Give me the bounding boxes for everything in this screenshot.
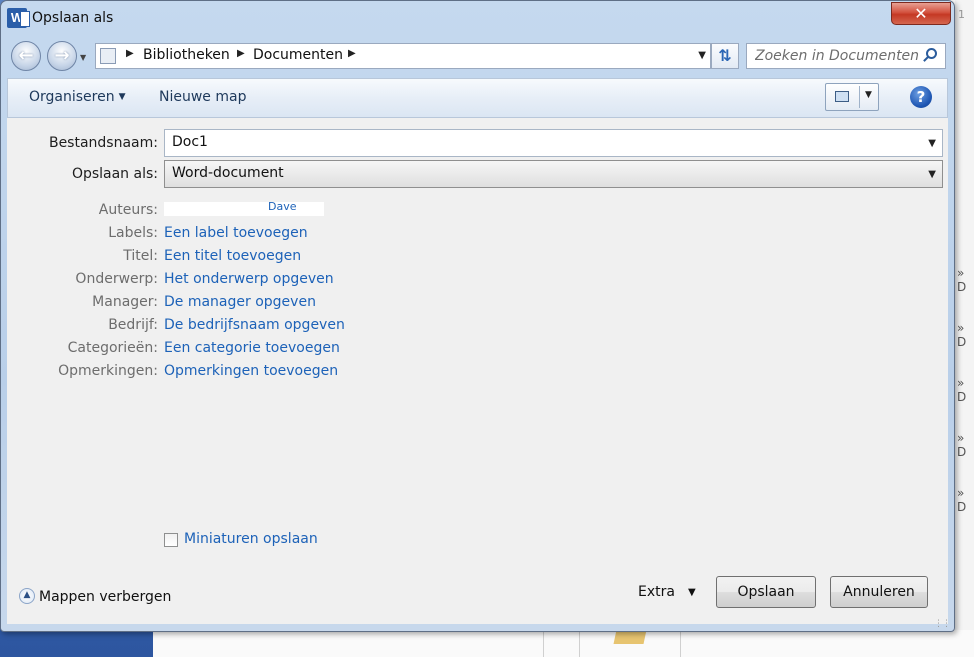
background-window-bottom bbox=[153, 630, 974, 657]
subject-label: Onderwerp: bbox=[75, 271, 158, 287]
libraries-icon bbox=[100, 48, 116, 64]
background-window-right: » D » D » D » D » D bbox=[955, 0, 974, 657]
chevron-right-icon[interactable]: ▶ bbox=[126, 48, 134, 59]
save-thumbnail-checkbox[interactable] bbox=[164, 533, 178, 547]
background-mark: » D bbox=[957, 376, 967, 404]
back-button[interactable]: ← bbox=[11, 41, 41, 71]
organize-button[interactable]: Organiseren ▼ bbox=[29, 89, 126, 105]
refresh-button[interactable]: ⇅ bbox=[711, 43, 739, 69]
tags-link[interactable]: Een label toevoegen bbox=[164, 225, 308, 241]
filename-label: Bestandsnaam: bbox=[48, 135, 158, 151]
search-input[interactable] bbox=[747, 44, 933, 68]
tags-label: Labels: bbox=[108, 225, 158, 241]
breadcrumb-documents[interactable]: Documenten bbox=[253, 47, 343, 63]
company-label: Bedrijf: bbox=[108, 317, 158, 333]
address-bar[interactable]: ▶ Bibliotheken ▶ Documenten ▶ ▼ bbox=[95, 43, 711, 69]
command-toolbar: Organiseren ▼ Nieuwe map ▼ ? bbox=[7, 78, 948, 118]
save-button[interactable]: Opslaan bbox=[716, 576, 816, 608]
title-label: Titel: bbox=[123, 248, 158, 264]
hide-folders-button[interactable]: Mappen verbergen bbox=[39, 589, 171, 605]
tools-menu[interactable]: Extra bbox=[638, 584, 675, 600]
subject-link[interactable]: Het onderwerp opgeven bbox=[164, 271, 334, 287]
folder-icon bbox=[613, 630, 647, 644]
chevron-down-icon[interactable]: ▼ bbox=[928, 169, 936, 180]
background-mark: » D bbox=[957, 321, 967, 349]
filename-field[interactable]: Doc1 ▼ bbox=[164, 129, 943, 157]
save-type-select[interactable]: Word-document ▼ bbox=[164, 160, 943, 188]
categories-link[interactable]: Een categorie toevoegen bbox=[164, 340, 340, 356]
authors-label: Auteurs: bbox=[98, 202, 158, 218]
company-link[interactable]: De bedrijfsnaam opgeven bbox=[164, 317, 345, 333]
background-mark: » D bbox=[957, 266, 967, 294]
background-mark: » D bbox=[957, 486, 967, 514]
search-box[interactable] bbox=[746, 43, 946, 69]
chevron-down-icon[interactable]: ▼ bbox=[928, 138, 936, 149]
save-type-value: Word-document bbox=[172, 165, 284, 181]
categories-label: Categorieën: bbox=[67, 340, 158, 356]
chevron-right-icon[interactable]: ▶ bbox=[237, 48, 245, 59]
back-arrow-icon: ← bbox=[18, 45, 34, 66]
save-type-label: Opslaan als: bbox=[71, 166, 158, 182]
recent-locations-dropdown[interactable]: ▼ bbox=[80, 53, 86, 62]
comments-label: Opmerkingen: bbox=[58, 363, 158, 379]
search-icon[interactable] bbox=[926, 48, 937, 59]
background-number: 1 bbox=[958, 8, 965, 21]
comments-link[interactable]: Opmerkingen toevoegen bbox=[164, 363, 338, 379]
chevron-down-icon: ▼ bbox=[118, 92, 126, 102]
manager-link[interactable]: De manager opgeven bbox=[164, 294, 316, 310]
cancel-button[interactable]: Annuleren bbox=[830, 576, 928, 608]
save-as-dialog: W Opslaan als ✕ ← → ▼ ▶ Bibliotheken ▶ D… bbox=[0, 0, 955, 632]
dialog-title: Opslaan als bbox=[32, 10, 114, 26]
manager-label: Manager: bbox=[92, 294, 158, 310]
address-dropdown[interactable]: ▼ bbox=[698, 50, 706, 61]
save-thumbnail-label[interactable]: Miniaturen opslaan bbox=[184, 531, 318, 547]
chevron-down-icon[interactable]: ▼ bbox=[688, 587, 696, 598]
resize-grip[interactable]: ⋮⋮ bbox=[934, 619, 951, 629]
refresh-icon: ⇅ bbox=[718, 46, 732, 65]
chevron-down-icon[interactable]: ▼ bbox=[865, 90, 872, 100]
chevron-up-icon[interactable]: ▲ bbox=[19, 588, 35, 604]
view-icon bbox=[835, 91, 849, 102]
organize-label: Organiseren bbox=[29, 89, 115, 105]
word-icon: W bbox=[7, 8, 30, 28]
title-link[interactable]: Een titel toevoegen bbox=[164, 248, 301, 264]
change-view-button[interactable]: ▼ bbox=[825, 83, 879, 111]
forward-button[interactable]: → bbox=[47, 41, 77, 71]
close-button[interactable]: ✕ bbox=[891, 2, 951, 25]
new-folder-button[interactable]: Nieuwe map bbox=[159, 89, 246, 105]
background-mark: » D bbox=[957, 431, 967, 459]
filename-value[interactable]: Doc1 bbox=[172, 134, 208, 150]
save-options-panel: Bestandsnaam: Doc1 ▼ Opslaan als: Word-d… bbox=[7, 118, 948, 624]
chevron-right-icon[interactable]: ▶ bbox=[348, 48, 356, 59]
authors-value-text[interactable]: Dave bbox=[268, 200, 297, 213]
breadcrumb-libraries[interactable]: Bibliotheken bbox=[143, 47, 230, 63]
help-icon[interactable]: ? bbox=[910, 86, 932, 108]
forward-arrow-icon: → bbox=[54, 45, 70, 66]
authors-value[interactable]: Dave bbox=[164, 200, 324, 216]
